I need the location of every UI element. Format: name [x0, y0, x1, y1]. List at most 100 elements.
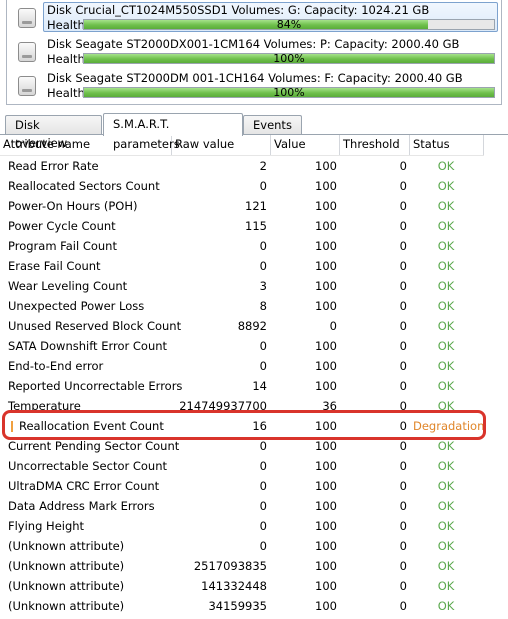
- attribute-name: (Unknown attribute): [8, 539, 125, 553]
- attribute-name: Power-On Hours (POH): [8, 199, 138, 213]
- raw-value: 8892: [237, 319, 267, 333]
- table-row[interactable]: Uncorrectable Sector Count 0 100 0 OK: [0, 456, 508, 476]
- tab-events[interactable]: Events: [243, 115, 302, 135]
- table-row[interactable]: Temperature 214749937700 36 0 OK: [0, 396, 508, 416]
- table-row[interactable]: Power Cycle Count 115 100 0 OK: [0, 216, 508, 236]
- value: 100: [315, 519, 337, 533]
- threshold: 0: [399, 579, 407, 593]
- table-row[interactable]: Unexpected Power Loss 8 100 0 OK: [0, 296, 508, 316]
- value: 100: [315, 339, 337, 353]
- raw-value: 2: [259, 159, 267, 173]
- value: 100: [315, 379, 337, 393]
- status-text: OK: [437, 199, 455, 213]
- table-row[interactable]: (Unknown attribute) 2517093835 100 0 OK: [0, 556, 508, 576]
- value: 100: [315, 159, 337, 173]
- threshold: 0: [399, 599, 407, 613]
- status-text: OK: [437, 539, 455, 553]
- disk-item[interactable]: Disk Seagate ST2000DX001-1CM164 Volumes:…: [7, 34, 501, 67]
- status-text: OK: [437, 159, 455, 173]
- status-text: OK: [437, 219, 455, 233]
- status-text: OK: [437, 339, 455, 353]
- column-header-threshold[interactable]: Threshold: [340, 135, 410, 155]
- attribute-name: (Unknown attribute): [8, 559, 125, 573]
- attribute-name: Reallocated Sectors Count: [8, 179, 160, 193]
- hard-disk-icon: [18, 76, 36, 96]
- tab-disk-overview[interactable]: Disk overview: [5, 115, 102, 150]
- table-header: Attribute name Raw value Value Threshold…: [0, 135, 508, 156]
- threshold: 0: [399, 319, 407, 333]
- status-text: OK: [437, 559, 455, 573]
- disk-item[interactable]: Disk Seagate ST2000DM 001-1CH164 Volumes…: [7, 68, 501, 101]
- threshold: 0: [399, 199, 407, 213]
- health-percent: 100%: [273, 86, 305, 99]
- attribute-name: Wear Leveling Count: [8, 279, 128, 293]
- threshold: 0: [399, 299, 407, 313]
- status-text: OK: [437, 179, 455, 193]
- health-bar: 100%: [83, 86, 495, 99]
- threshold: 0: [399, 339, 407, 353]
- disk-item[interactable]: Disk Crucial_CT1024M550SSD1 Volumes: G: …: [7, 0, 501, 33]
- attribute-name: Uncorrectable Sector Count: [8, 459, 168, 473]
- attribute-name: Temperature: [8, 399, 81, 413]
- status-text: OK: [437, 299, 455, 313]
- value: 100: [315, 499, 337, 513]
- raw-value: 0: [259, 479, 267, 493]
- column-header-value[interactable]: Value: [271, 135, 340, 155]
- status-text: OK: [437, 319, 455, 333]
- value: 0: [329, 319, 337, 333]
- attribute-name: Flying Height: [8, 519, 85, 533]
- column-header-status[interactable]: Status: [410, 135, 484, 155]
- threshold: 0: [399, 439, 407, 453]
- attribute-name: (Unknown attribute): [8, 579, 125, 593]
- raw-value: 2517093835: [193, 559, 267, 573]
- raw-value: 0: [259, 239, 267, 253]
- table-row[interactable]: (Unknown attribute) 141332448 100 0 OK: [0, 576, 508, 596]
- status-text: OK: [437, 459, 455, 473]
- table-row[interactable]: Reallocation Event Count 16 100 0 Degradatio…: [0, 416, 508, 436]
- hard-disk-icon: [18, 42, 36, 62]
- table-row[interactable]: Flying Height 0 100 0 OK: [0, 516, 508, 536]
- raw-value: 34159935: [208, 599, 267, 613]
- threshold: 0: [399, 399, 407, 413]
- raw-value: 0: [259, 459, 267, 473]
- warning-marker-icon: [11, 421, 13, 432]
- column-header-raw-value[interactable]: Raw value: [172, 135, 271, 155]
- table-row[interactable]: End-to-End error 0 100 0 OK: [0, 356, 508, 376]
- attribute-name: Read Error Rate: [8, 159, 99, 173]
- raw-value: 16: [252, 419, 267, 433]
- table-row[interactable]: Read Error Rate 2 100 0 OK: [0, 156, 508, 176]
- attribute-name: Reallocation Event Count: [19, 419, 164, 433]
- attribute-name: Power Cycle Count: [8, 219, 116, 233]
- table-row[interactable]: UltraDMA CRC Error Count 0 100 0 OK: [0, 476, 508, 496]
- table-row[interactable]: (Unknown attribute) 0 100 0 OK: [0, 536, 508, 556]
- hard-disk-icon: [18, 8, 36, 28]
- table-row[interactable]: Data Address Mark Errors 0 100 0 OK: [0, 496, 508, 516]
- threshold: 0: [399, 279, 407, 293]
- attribute-name: Unused Reserved Block Count: [8, 319, 182, 333]
- health-bar: 84%: [83, 18, 495, 31]
- disk-info: Disk Seagate ST2000DX001-1CM164 Volumes:…: [47, 37, 460, 51]
- tab-bar: Disk overview S.M.A.R.T. parameters Events: [0, 113, 508, 151]
- table-row[interactable]: Erase Fail Count 0 100 0 OK: [0, 256, 508, 276]
- table-row[interactable]: Power-On Hours (POH) 121 100 0 OK: [0, 196, 508, 216]
- table-row[interactable]: Current Pending Sector Count 0 100 0 OK: [0, 436, 508, 456]
- status-text: OK: [437, 279, 455, 293]
- table-row[interactable]: (Unknown attribute) 34159935 100 0 OK: [0, 596, 508, 616]
- value: 100: [315, 479, 337, 493]
- raw-value: 14: [252, 379, 267, 393]
- status-text: OK: [437, 399, 455, 413]
- table-row[interactable]: Wear Leveling Count 3 100 0 OK: [0, 276, 508, 296]
- table-row[interactable]: Program Fail Count 0 100 0 OK: [0, 236, 508, 256]
- table-row[interactable]: Unused Reserved Block Count 8892 0 0 OK: [0, 316, 508, 336]
- threshold: 0: [399, 459, 407, 473]
- raw-value: 0: [259, 339, 267, 353]
- attribute-name: Unexpected Power Loss: [8, 299, 145, 313]
- status-text: Degradation: [413, 419, 485, 433]
- table-row[interactable]: SATA Downshift Error Count 0 100 0 OK: [0, 336, 508, 356]
- table-row[interactable]: Reallocated Sectors Count 0 100 0 OK: [0, 176, 508, 196]
- tab-s-m-a-r-t-parameters[interactable]: S.M.A.R.T. parameters: [103, 113, 243, 151]
- value: 100: [315, 259, 337, 273]
- value: 100: [315, 539, 337, 553]
- raw-value: 0: [259, 499, 267, 513]
- table-row[interactable]: Reported Uncorrectable Errors 14 100 0 OK: [0, 376, 508, 396]
